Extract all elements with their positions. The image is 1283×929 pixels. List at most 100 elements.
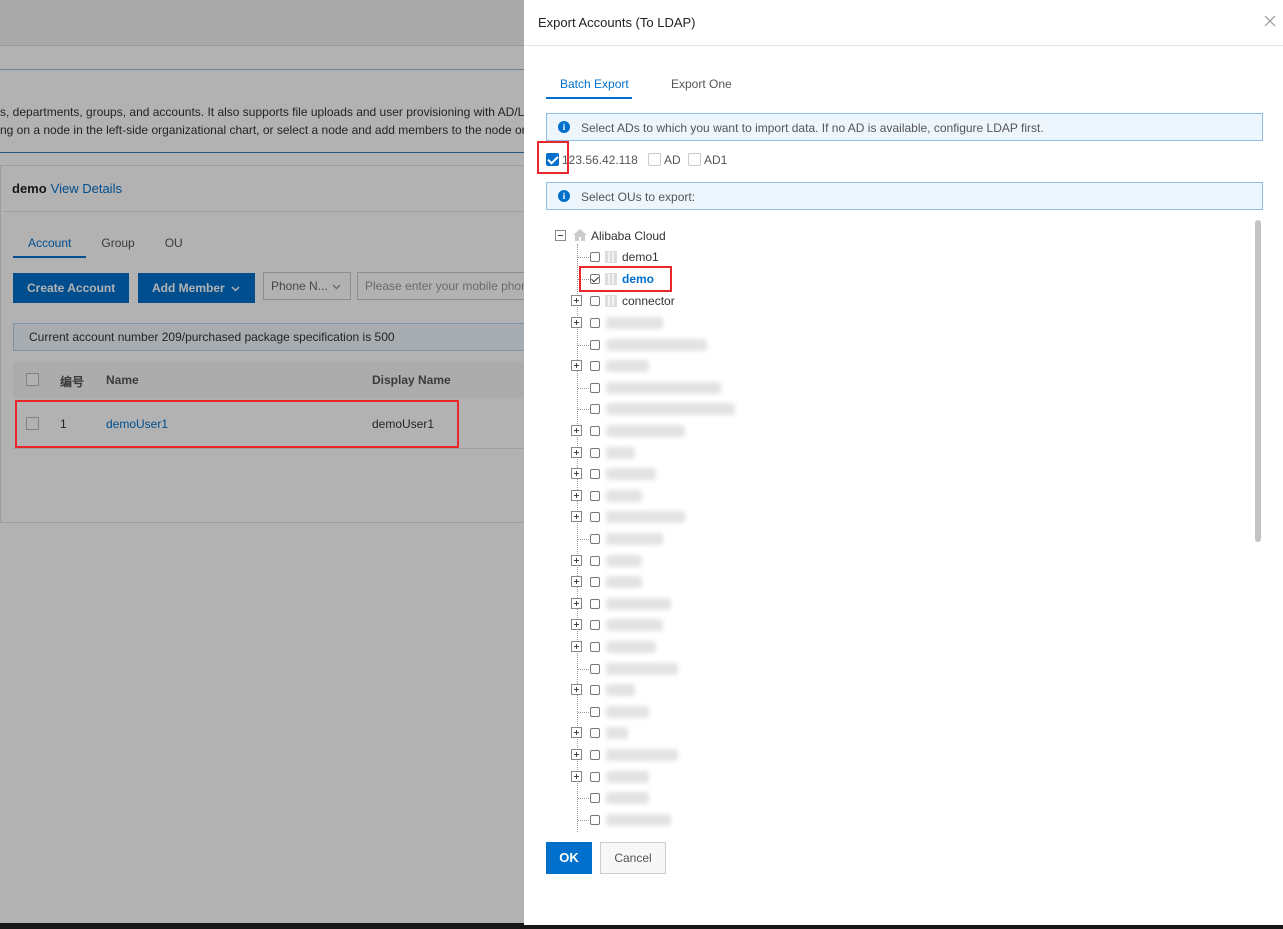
expand-icon[interactable] xyxy=(571,360,582,371)
tree-row-obscured[interactable] xyxy=(546,445,806,461)
checkbox[interactable] xyxy=(590,556,600,566)
dialog-title: Export Accounts (To LDAP) xyxy=(538,15,696,30)
expand-icon[interactable] xyxy=(571,641,582,652)
checkbox[interactable] xyxy=(590,707,600,717)
expand-icon[interactable] xyxy=(571,684,582,695)
ok-button[interactable]: OK xyxy=(546,842,592,874)
close-icon[interactable] xyxy=(1264,15,1278,29)
tree-row-obscured[interactable] xyxy=(546,725,806,741)
expand-icon[interactable] xyxy=(571,555,582,566)
expand-icon[interactable] xyxy=(571,317,582,328)
checkbox[interactable] xyxy=(590,274,600,284)
checkbox[interactable] xyxy=(590,577,600,587)
obscured-label xyxy=(606,533,663,545)
obscured-label xyxy=(606,619,663,631)
tree-guide xyxy=(578,712,589,713)
tree-row-obscured[interactable] xyxy=(546,704,806,720)
scrollbar[interactable] xyxy=(1255,220,1261,542)
obscured-label xyxy=(606,684,635,696)
tree-row-obscured[interactable] xyxy=(546,747,806,763)
tree-root[interactable]: Alibaba Cloud xyxy=(546,228,746,244)
checkbox[interactable] xyxy=(590,361,600,371)
tree-row-obscured[interactable] xyxy=(546,769,806,785)
checkbox[interactable] xyxy=(590,383,600,393)
tree-node-connector[interactable]: connector xyxy=(546,293,746,309)
checkbox[interactable] xyxy=(590,534,600,544)
checkbox[interactable] xyxy=(590,491,600,501)
checkbox[interactable] xyxy=(590,448,600,458)
tree-row-obscured[interactable] xyxy=(546,790,806,806)
expand-icon[interactable] xyxy=(571,749,582,760)
collapse-icon[interactable] xyxy=(555,230,566,241)
tree-row-obscured[interactable] xyxy=(546,337,806,353)
checkbox[interactable] xyxy=(590,512,600,522)
tree-row-obscured[interactable] xyxy=(546,423,806,439)
tree-row-obscured[interactable] xyxy=(546,596,806,612)
checkbox[interactable] xyxy=(590,664,600,674)
checkbox[interactable] xyxy=(590,340,600,350)
checkbox[interactable] xyxy=(590,772,600,782)
checkbox[interactable] xyxy=(590,685,600,695)
checkbox[interactable] xyxy=(590,426,600,436)
expand-icon[interactable] xyxy=(571,619,582,630)
tree-node-demo1[interactable]: demo1 xyxy=(546,249,746,265)
expand-icon[interactable] xyxy=(571,598,582,609)
export-accounts-dialog: Export Accounts (To LDAP) Batch Export E… xyxy=(524,0,1283,925)
obscured-label xyxy=(606,339,707,351)
expand-icon[interactable] xyxy=(571,771,582,782)
cancel-button[interactable]: Cancel xyxy=(600,842,666,874)
ad-option-label: 123.56.42.118 xyxy=(562,153,638,167)
tree-row-obscured[interactable] xyxy=(546,488,806,504)
obscured-label xyxy=(606,317,663,329)
checkbox[interactable] xyxy=(648,153,661,166)
checkbox[interactable] xyxy=(590,750,600,760)
expand-icon[interactable] xyxy=(571,727,582,738)
tree-row-obscured[interactable] xyxy=(546,401,806,417)
expand-icon[interactable] xyxy=(571,425,582,436)
tree-row-obscured[interactable] xyxy=(546,682,806,698)
tree-row-obscured[interactable] xyxy=(546,553,806,569)
checkbox[interactable] xyxy=(590,620,600,630)
tree-guide xyxy=(578,257,589,258)
ou-info-text: Select OUs to export: xyxy=(581,190,696,204)
checkbox[interactable] xyxy=(590,404,600,414)
checkbox[interactable] xyxy=(590,815,600,825)
info-icon: i xyxy=(558,121,570,133)
checkbox[interactable] xyxy=(590,599,600,609)
expand-icon[interactable] xyxy=(571,447,582,458)
tree-row-obscured[interactable] xyxy=(546,639,806,655)
checkbox[interactable] xyxy=(590,252,600,262)
checkbox[interactable] xyxy=(590,296,600,306)
tree-row-obscured[interactable] xyxy=(546,466,806,482)
expand-icon[interactable] xyxy=(571,490,582,501)
obscured-label xyxy=(606,598,671,610)
tab-batch-export[interactable]: Batch Export xyxy=(560,77,629,91)
checkbox[interactable] xyxy=(546,153,559,166)
obscured-label xyxy=(606,425,685,437)
tree-row-obscured[interactable] xyxy=(546,315,806,331)
expand-icon[interactable] xyxy=(571,511,582,522)
tree-guide xyxy=(578,539,589,540)
tree-row-obscured[interactable] xyxy=(546,812,806,828)
checkbox[interactable] xyxy=(590,728,600,738)
tree-row-obscured[interactable] xyxy=(546,358,806,374)
tab-export-one[interactable]: Export One xyxy=(671,77,732,91)
ad-info-note: i Select ADs to which you want to import… xyxy=(546,113,1263,141)
expand-icon[interactable] xyxy=(571,576,582,587)
checkbox[interactable] xyxy=(590,469,600,479)
tree-row-obscured[interactable] xyxy=(546,617,806,633)
obscured-label xyxy=(606,727,628,739)
tree-row-obscured[interactable] xyxy=(546,509,806,525)
obscured-label xyxy=(606,663,678,675)
tree-row-obscured[interactable] xyxy=(546,531,806,547)
expand-icon[interactable] xyxy=(571,295,582,306)
tree-row-obscured[interactable] xyxy=(546,661,806,677)
tree-row-obscured[interactable] xyxy=(546,574,806,590)
checkbox[interactable] xyxy=(590,318,600,328)
checkbox[interactable] xyxy=(688,153,701,166)
tree-node-demo[interactable]: demo xyxy=(546,271,746,287)
checkbox[interactable] xyxy=(590,793,600,803)
expand-icon[interactable] xyxy=(571,468,582,479)
checkbox[interactable] xyxy=(590,642,600,652)
tree-row-obscured[interactable] xyxy=(546,380,806,396)
